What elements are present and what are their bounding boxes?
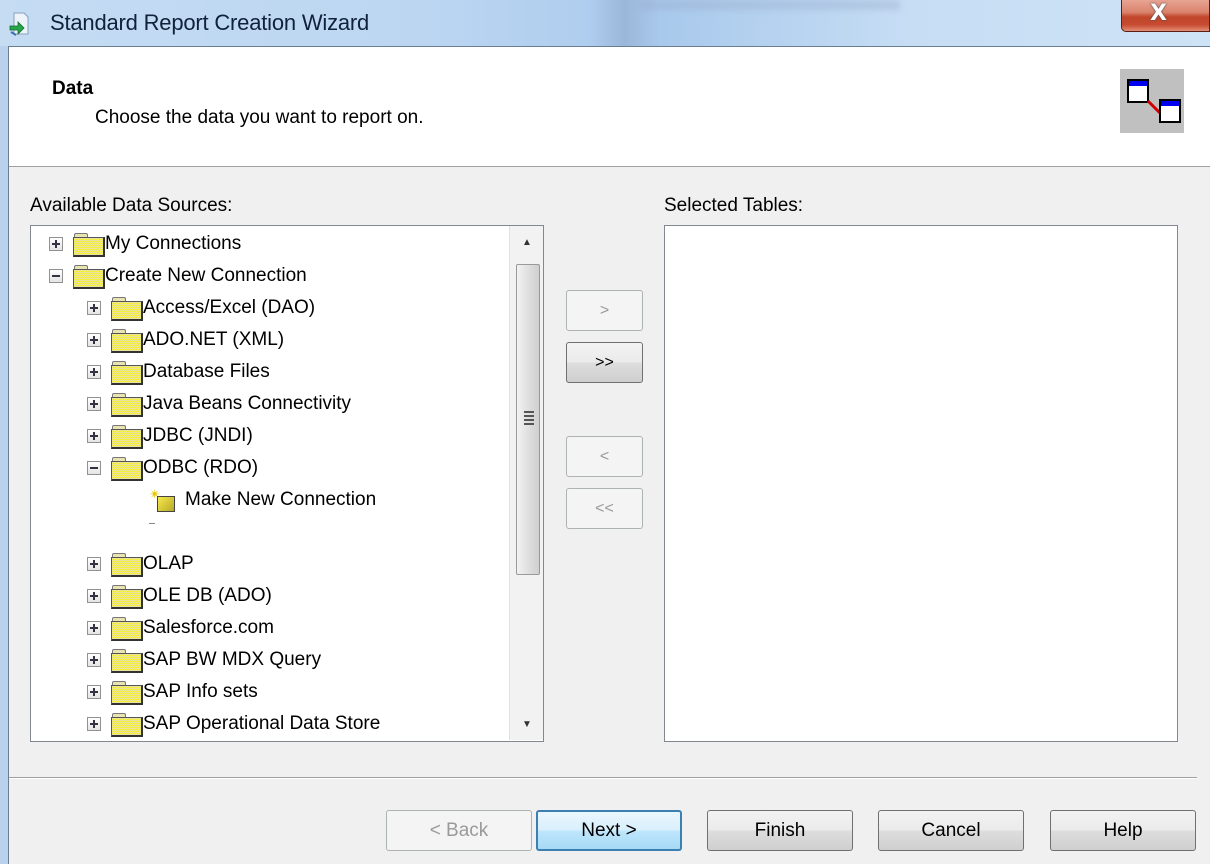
folder-icon bbox=[111, 585, 143, 609]
tree-item[interactable]: SAP Info sets bbox=[87, 676, 258, 708]
scrollbar-thumb[interactable] bbox=[516, 264, 540, 575]
expand-plus-icon[interactable] bbox=[87, 429, 101, 443]
tree-item-label: JDBC (JNDI) bbox=[143, 425, 253, 446]
new-connection-icon: ✴ bbox=[149, 487, 177, 513]
scroll-up-arrow-icon[interactable]: ▲ bbox=[510, 226, 544, 258]
folder-icon bbox=[111, 425, 143, 449]
expand-plus-icon[interactable] bbox=[87, 717, 101, 731]
help-button[interactable]: Help bbox=[1050, 810, 1196, 851]
tree-item[interactable]: JDBC (JNDI) bbox=[87, 420, 253, 452]
vertical-scrollbar[interactable]: ▲ ▼ bbox=[509, 226, 543, 740]
tree-item[interactable]: Access/Excel (DAO) bbox=[87, 292, 315, 324]
tree-item-label: OLAP bbox=[143, 553, 194, 574]
tree-item-label: OLE DB (ADO) bbox=[143, 585, 272, 606]
remove-all-button[interactable]: << bbox=[566, 488, 643, 529]
folder-icon bbox=[73, 233, 105, 257]
scroll-down-arrow-icon[interactable]: ▼ bbox=[510, 708, 544, 740]
tree-item[interactable]: My Connections bbox=[49, 228, 241, 260]
tree-item bbox=[149, 516, 155, 548]
add-all-button[interactable]: >> bbox=[566, 342, 643, 383]
grip-icon bbox=[524, 411, 534, 425]
tree-item[interactable]: OLAP bbox=[87, 548, 194, 580]
expand-plus-icon[interactable] bbox=[87, 365, 101, 379]
folder-icon bbox=[111, 393, 143, 417]
folder-icon bbox=[111, 297, 143, 321]
add-one-button[interactable]: > bbox=[566, 290, 643, 331]
tree-item[interactable]: Create New Connection bbox=[49, 260, 307, 292]
selected-tables-list[interactable] bbox=[664, 225, 1178, 742]
footer-divider bbox=[9, 777, 1197, 779]
next-button[interactable]: Next > bbox=[536, 810, 682, 851]
finish-button[interactable]: Finish bbox=[707, 810, 853, 851]
linked-tables-icon bbox=[1120, 69, 1184, 133]
expand-plus-icon[interactable] bbox=[49, 237, 63, 251]
tree-item[interactable]: Database Files bbox=[87, 356, 270, 388]
available-data-sources-label: Available Data Sources: bbox=[30, 195, 233, 216]
tree-item[interactable]: ADO.NET (XML) bbox=[87, 324, 284, 356]
title-bar[interactable]: Standard Report Creation Wizard X bbox=[0, 0, 1210, 46]
available-data-sources-tree[interactable]: My Connections Create New Connection Acces… bbox=[30, 225, 544, 742]
close-icon: X bbox=[1150, 1, 1167, 26]
expand-plus-icon[interactable] bbox=[87, 557, 101, 571]
tree-item-label: SAP BW MDX Query bbox=[143, 649, 322, 670]
tree-item-label: SAP Info sets bbox=[143, 681, 258, 702]
tree-item-label: Database Files bbox=[143, 361, 270, 382]
tree-item[interactable]: Salesforce.com bbox=[87, 612, 274, 644]
wizard-header: Data Choose the data you want to report … bbox=[9, 47, 1210, 167]
tree-item[interactable]: ✴ Make New Connection bbox=[149, 484, 376, 516]
folder-icon bbox=[111, 681, 143, 705]
expand-plus-icon[interactable] bbox=[87, 621, 101, 635]
collapse-minus-icon[interactable] bbox=[49, 269, 63, 283]
expand-plus-icon[interactable] bbox=[87, 301, 101, 315]
folder-icon bbox=[111, 329, 143, 353]
expand-plus-icon[interactable] bbox=[87, 397, 101, 411]
tree-item[interactable]: SAP BW MDX Query bbox=[87, 644, 321, 676]
expand-plus-icon[interactable] bbox=[87, 333, 101, 347]
tree-item-label: Salesforce.com bbox=[143, 617, 274, 638]
page-subtitle: Choose the data you want to report on. bbox=[95, 107, 424, 128]
tree-item-label: Java Beans Connectivity bbox=[143, 393, 352, 414]
tree-view[interactable]: My Connections Create New Connection Acces… bbox=[31, 226, 509, 740]
back-button[interactable]: < Back bbox=[386, 810, 532, 851]
collapse-minus-icon[interactable] bbox=[87, 461, 101, 475]
expand-plus-icon[interactable] bbox=[87, 589, 101, 603]
tree-item[interactable]: ODBC (RDO) bbox=[87, 452, 258, 484]
cancel-button[interactable]: Cancel bbox=[878, 810, 1024, 851]
folder-icon bbox=[73, 265, 105, 289]
wizard-dialog: Data Choose the data you want to report … bbox=[8, 46, 1210, 864]
page-title: Data bbox=[52, 78, 94, 99]
selected-tables-label: Selected Tables: bbox=[664, 195, 804, 216]
close-button[interactable]: X bbox=[1121, 0, 1210, 32]
folder-icon bbox=[111, 457, 143, 481]
tree-item-label: Create New Connection bbox=[105, 265, 307, 286]
folder-icon bbox=[111, 713, 143, 737]
tree-item-label: Make New Connection bbox=[185, 489, 377, 510]
tree-item-label: Access/Excel (DAO) bbox=[143, 297, 316, 318]
tree-item[interactable]: SAP Operational Data Store bbox=[87, 708, 380, 740]
placeholder-mark bbox=[149, 522, 155, 524]
folder-icon bbox=[111, 553, 143, 577]
background-blur bbox=[640, 0, 900, 10]
expand-plus-icon[interactable] bbox=[87, 685, 101, 699]
tree-item-label: My Connections bbox=[105, 233, 242, 254]
folder-icon bbox=[111, 649, 143, 673]
tree-item-label: ADO.NET (XML) bbox=[143, 329, 285, 350]
window-title: Standard Report Creation Wizard bbox=[50, 10, 370, 35]
tree-item[interactable]: Java Beans Connectivity bbox=[87, 388, 351, 420]
remove-one-button[interactable]: < bbox=[566, 436, 643, 477]
folder-icon bbox=[111, 617, 143, 641]
folder-icon bbox=[111, 361, 143, 385]
tree-item[interactable]: OLE DB (ADO) bbox=[87, 580, 272, 612]
wizard-app-icon bbox=[9, 12, 29, 36]
expand-plus-icon[interactable] bbox=[87, 653, 101, 667]
tree-item-label: ODBC (RDO) bbox=[143, 457, 259, 478]
tree-item-label: SAP Operational Data Store bbox=[143, 713, 381, 734]
